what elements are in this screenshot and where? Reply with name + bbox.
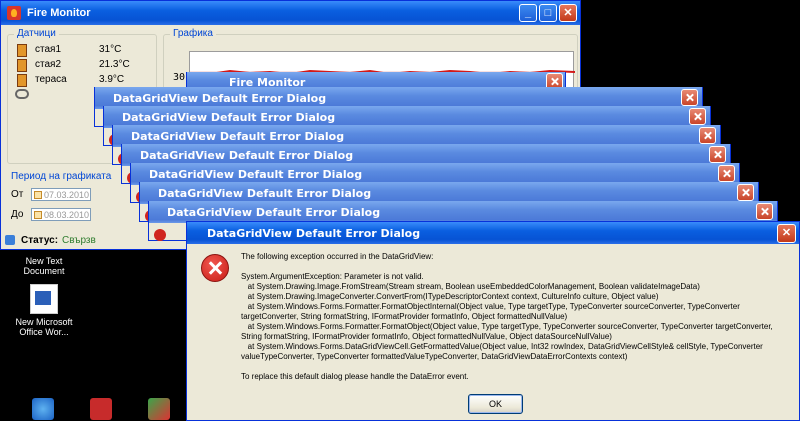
sensor-name: стая1 <box>35 44 62 55</box>
word-document-icon <box>30 284 58 314</box>
sensor-name: стая2 <box>35 59 62 70</box>
from-date-row: От 07.03.2010 22 <box>11 188 91 201</box>
fire-extinguisher-icon <box>17 74 27 87</box>
fire-extinguisher-icon <box>17 44 27 57</box>
close-button[interactable] <box>681 89 698 106</box>
sensor-row: тераса 3.9°C <box>17 74 124 87</box>
dialog-title: DataGridView Default Error Dialog <box>113 91 327 105</box>
close-button[interactable] <box>709 146 726 163</box>
close-button[interactable] <box>737 184 754 201</box>
maximize-button[interactable]: □ <box>539 4 557 22</box>
close-button[interactable]: ✕ <box>559 4 577 22</box>
dialog-titlebar[interactable]: DataGridView Default Error Dialog <box>187 222 799 244</box>
to-label: До <box>11 209 24 220</box>
minimize-button[interactable]: _ <box>519 4 537 22</box>
sensor-value: 21.3°C <box>99 59 130 70</box>
sensor-value: 31°C <box>99 44 122 55</box>
close-button[interactable] <box>699 127 716 144</box>
dialog-titlebar[interactable]: DataGridView Default Error Dialog <box>149 201 777 223</box>
close-button[interactable] <box>756 203 773 220</box>
archive-icon[interactable] <box>148 398 170 420</box>
stack-trace-line: at System.Windows.Forms.DataGridViewCell… <box>241 342 766 361</box>
error-icon <box>201 254 229 282</box>
stack-trace-line: at System.Drawing.Image.FromStream(Strea… <box>241 282 700 291</box>
window-title: Fire Monitor <box>27 7 91 19</box>
from-date-picker[interactable]: 07.03.2010 22 <box>31 188 91 201</box>
error-icon <box>154 229 166 241</box>
desktop-icon-word-document[interactable]: New Microsoft Office Wor... <box>4 284 84 337</box>
ok-button[interactable]: OK <box>468 394 523 414</box>
calendar-checkbox-icon[interactable] <box>34 190 42 199</box>
to-date-row: До 08.03.2010 00 <box>11 208 91 221</box>
close-button[interactable] <box>718 165 735 182</box>
exception-line: System.ArgumentException: Parameter is n… <box>241 272 424 281</box>
error-intro: The following exception occurred in the … <box>241 252 434 261</box>
close-button[interactable] <box>689 108 706 125</box>
dialog-title: DataGridView Default Error Dialog <box>122 110 336 124</box>
active-error-dialog: DataGridView Default Error Dialog ✕ The … <box>186 221 800 421</box>
sensor-value: 3.9°C <box>99 74 125 85</box>
pdf-icon[interactable] <box>90 398 112 420</box>
chart-axis-label: 30 <box>173 72 186 83</box>
status-label: Статус: <box>21 234 59 246</box>
to-date-value: 08.03.2010 00 <box>44 209 90 220</box>
from-label: От <box>11 189 24 200</box>
error-footer: To replace this default dialog please ha… <box>241 372 469 381</box>
sensor-name: тераса <box>35 74 67 85</box>
status-value: Свързв <box>62 234 96 246</box>
status-icon[interactable] <box>5 235 15 245</box>
internet-explorer-icon[interactable] <box>32 398 54 420</box>
fire-icon <box>7 6 21 20</box>
stack-trace-line: at System.Windows.Forms.Formatter.Format… <box>241 322 776 341</box>
close-button[interactable]: ✕ <box>777 224 796 243</box>
fire-extinguisher-icon <box>17 59 27 72</box>
desktop-icon-label: New Text Document <box>23 256 65 276</box>
dialog-title: DataGridView Default Error Dialog <box>158 186 372 200</box>
stack-trace-line: at System.Windows.Forms.Formatter.Format… <box>241 302 743 321</box>
desktop: New Text Document New Microsoft Office W… <box>0 0 800 421</box>
dialog-title: DataGridView Default Error Dialog <box>131 129 345 143</box>
period-group-label: Период на графиката <box>11 171 112 182</box>
sensors-group-label: Датчици <box>14 28 59 39</box>
dialog-title: DataGridView Default Error Dialog <box>140 148 354 162</box>
dialog-title: DataGridView Default Error Dialog <box>167 205 381 219</box>
to-date-picker[interactable]: 08.03.2010 00 <box>31 208 91 221</box>
stack-trace-line: at System.Drawing.ImageConverter.Convert… <box>241 292 659 301</box>
error-message: The following exception occurred in the … <box>241 252 793 382</box>
status-bar: Статус: Свързв <box>1 231 101 249</box>
chart-group-label: Графика <box>170 28 216 39</box>
from-date-value: 07.03.2010 22 <box>44 189 90 200</box>
dialog-title: DataGridView Default Error Dialog <box>207 226 421 240</box>
link-icon[interactable] <box>15 89 29 99</box>
desktop-icon-text-document[interactable]: New Text Document <box>4 256 84 276</box>
sensor-row: стая2 21.3°C <box>17 59 130 72</box>
dialog-title: DataGridView Default Error Dialog <box>149 167 363 181</box>
fire-monitor-titlebar[interactable]: Fire Monitor <box>1 1 580 25</box>
sensor-row: стая1 31°C <box>17 44 121 57</box>
desktop-icon-label: New Microsoft Office Wor... <box>15 317 73 337</box>
calendar-checkbox-icon[interactable] <box>34 210 42 219</box>
